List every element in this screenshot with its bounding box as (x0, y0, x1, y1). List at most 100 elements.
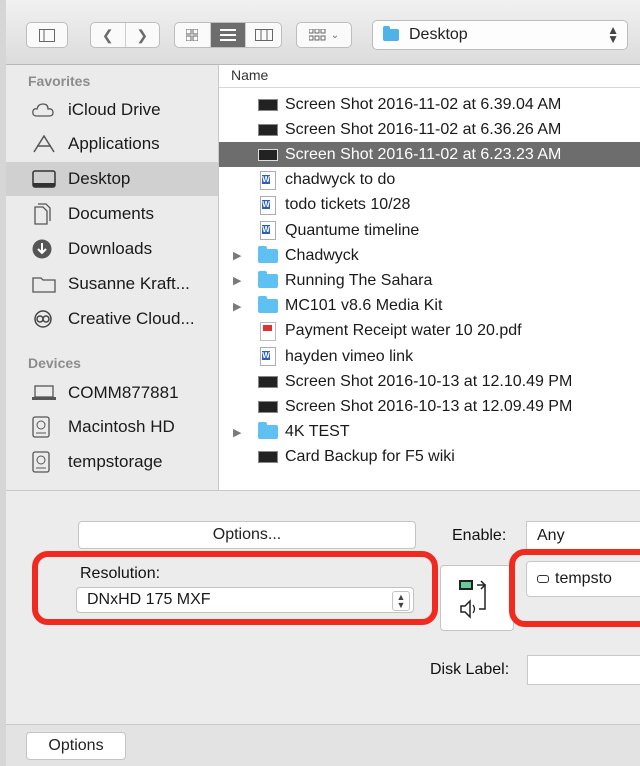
file-row[interactable]: Screen Shot 2016-10-13 at 12.09.49 PM (219, 394, 640, 419)
sidebar-item-comm877881[interactable]: COMM877881 (6, 376, 218, 410)
disk-icon (32, 416, 60, 438)
folder-icon (32, 275, 60, 293)
updown-arrows-icon: ▲ ▼ (607, 23, 619, 46)
toolbar: ❮ ❯ ⌄ Desktop ▲ ▼ (6, 0, 640, 65)
location-popup[interactable]: Desktop ▲ ▼ (372, 20, 628, 50)
sidebar-item-susanne-kraft[interactable]: Susanne Kraft... (6, 267, 218, 301)
pdf-file-icon (257, 321, 279, 341)
disclosure-triangle-icon[interactable]: ▶ (233, 426, 245, 439)
file-name: Screen Shot 2016-10-13 at 12.09.49 PM (285, 397, 573, 415)
word-document-icon (257, 195, 279, 215)
media-routing-button[interactable] (440, 565, 514, 631)
arrange-icon (308, 29, 326, 41)
options-button[interactable]: Options... (78, 521, 416, 549)
file-name: Running The Sahara (285, 271, 433, 289)
file-name: hayden vimeo link (285, 347, 414, 365)
sidebar-item-icloud-drive[interactable]: iCloud Drive (6, 93, 218, 127)
disclosure-triangle-icon[interactable]: ▶ (233, 249, 245, 262)
sidebar-icon (39, 28, 55, 42)
disk-label-label: Disk Label: (430, 661, 510, 678)
sidebar-item-label: Downloads (68, 239, 153, 258)
enable-value: Any (537, 527, 565, 544)
creative-cloud-icon (32, 310, 60, 328)
file-row[interactable]: Payment Receipt water 10 20.pdf (219, 319, 640, 344)
folder-icon (257, 422, 279, 440)
resolution-highlight (32, 551, 438, 625)
file-row[interactable]: Card Backup for F5 wiki (219, 445, 640, 470)
devices-heading: Devices (28, 355, 81, 371)
sidebar-item-tempstorage[interactable]: tempstorage (6, 445, 218, 479)
disk-label-field[interactable] (527, 655, 640, 685)
video-audio-routing-icon (459, 580, 487, 619)
back-button[interactable]: ❮ (91, 23, 126, 47)
file-row[interactable]: ▶ Running The Sahara (219, 268, 640, 293)
applications-icon (32, 134, 60, 154)
desktop-icon (32, 170, 60, 188)
screenshot-file-icon (257, 451, 279, 464)
column-view-button[interactable] (246, 23, 281, 47)
sidebar-item-downloads[interactable]: Downloads (6, 232, 218, 266)
sidebar-item-label: iCloud Drive (68, 100, 161, 119)
file-name: Payment Receipt water 10 20.pdf (285, 322, 522, 340)
disclosure-triangle-icon[interactable]: ▶ (233, 274, 245, 287)
list-icon (220, 29, 236, 41)
file-row[interactable]: Screen Shot 2016-11-02 at 6.23.23 AM (219, 142, 640, 168)
sidebar-item-label: Creative Cloud... (68, 309, 195, 328)
view-mode-control (174, 22, 282, 48)
folder-icon (257, 270, 279, 288)
screenshot-file-icon (257, 123, 279, 136)
file-name: Chadwyck (285, 246, 359, 264)
forward-button[interactable]: ❯ (126, 23, 160, 47)
word-document-icon (257, 170, 279, 190)
file-name: Screen Shot 2016-11-02 at 6.36.26 AM (285, 120, 562, 138)
screenshot-file-icon (257, 375, 279, 388)
file-name: Quantume timeline (285, 221, 420, 239)
file-name: Card Backup for F5 wiki (285, 448, 455, 466)
folder-icon (383, 26, 399, 41)
file-name: Screen Shot 2016-11-02 at 6.39.04 AM (285, 95, 562, 113)
list-view-button[interactable] (210, 23, 247, 47)
sidebar-toggle-button[interactable] (26, 22, 68, 48)
chevron-right-icon: ❯ (136, 26, 149, 43)
file-row[interactable]: Screen Shot 2016-11-02 at 6.39.04 AM (219, 92, 640, 117)
sidebar-item-creative-cloud[interactable]: Creative Cloud... (6, 302, 218, 336)
file-row[interactable]: Quantume timeline (219, 218, 640, 243)
icon-view-button[interactable] (175, 23, 211, 47)
favorites-heading: Favorites (28, 73, 91, 89)
sidebar-item-label: COMM877881 (68, 383, 179, 402)
sidebar-item-applications[interactable]: Applications (6, 127, 218, 161)
file-row[interactable]: Screen Shot 2016-11-02 at 6.36.26 AM (219, 117, 640, 142)
screenshot-file-icon (257, 98, 279, 111)
file-row[interactable]: ▶ Chadwyck (219, 243, 640, 268)
sidebar-item-macintosh-hd[interactable]: Macintosh HD (6, 410, 218, 444)
word-document-icon (257, 221, 279, 240)
file-row[interactable]: Screen Shot 2016-10-13 at 12.10.49 PM (219, 369, 640, 394)
grid-icon (186, 29, 199, 41)
laptop-icon (32, 385, 60, 401)
screenshot-file-icon (257, 400, 279, 413)
file-row[interactable]: ▶ 4K TEST (219, 420, 640, 445)
screenshot-file-icon (257, 148, 279, 161)
sidebar-item-label: Documents (68, 204, 154, 223)
arrange-button[interactable]: ⌄ (296, 22, 352, 48)
sidebar-item-desktop[interactable]: Desktop (6, 162, 218, 196)
sidebar: Favorites iCloud Drive Applications Desk… (6, 65, 219, 490)
file-name: MC101 v8.6 Media Kit (285, 297, 443, 315)
column-header-name[interactable]: Name (219, 65, 640, 88)
word-document-icon (257, 347, 279, 366)
sidebar-item-label: tempstorage (68, 452, 163, 471)
cloud-icon (32, 103, 60, 117)
file-row[interactable]: chadwyck to do (219, 168, 640, 193)
file-row[interactable]: hayden vimeo link (219, 344, 640, 369)
file-row[interactable]: ▶ MC101 v8.6 Media Kit (219, 294, 640, 319)
sidebar-item-documents[interactable]: Documents (6, 197, 218, 231)
footer-options-button[interactable]: Options (26, 732, 126, 760)
export-options-panel: Options... Enable: Any Resolution: DNxHD… (6, 490, 640, 725)
downloads-icon (32, 239, 60, 259)
columns-icon (254, 29, 273, 41)
disclosure-triangle-icon[interactable]: ▶ (233, 300, 245, 313)
enable-field[interactable]: Any (526, 521, 640, 551)
sidebar-item-label: Desktop (68, 169, 131, 188)
file-row[interactable]: todo tickets 10/28 (219, 193, 640, 218)
save-dialog: ❮ ❯ ⌄ Desktop ▲ ▼ Favorites iCloud Drive… (0, 0, 640, 766)
